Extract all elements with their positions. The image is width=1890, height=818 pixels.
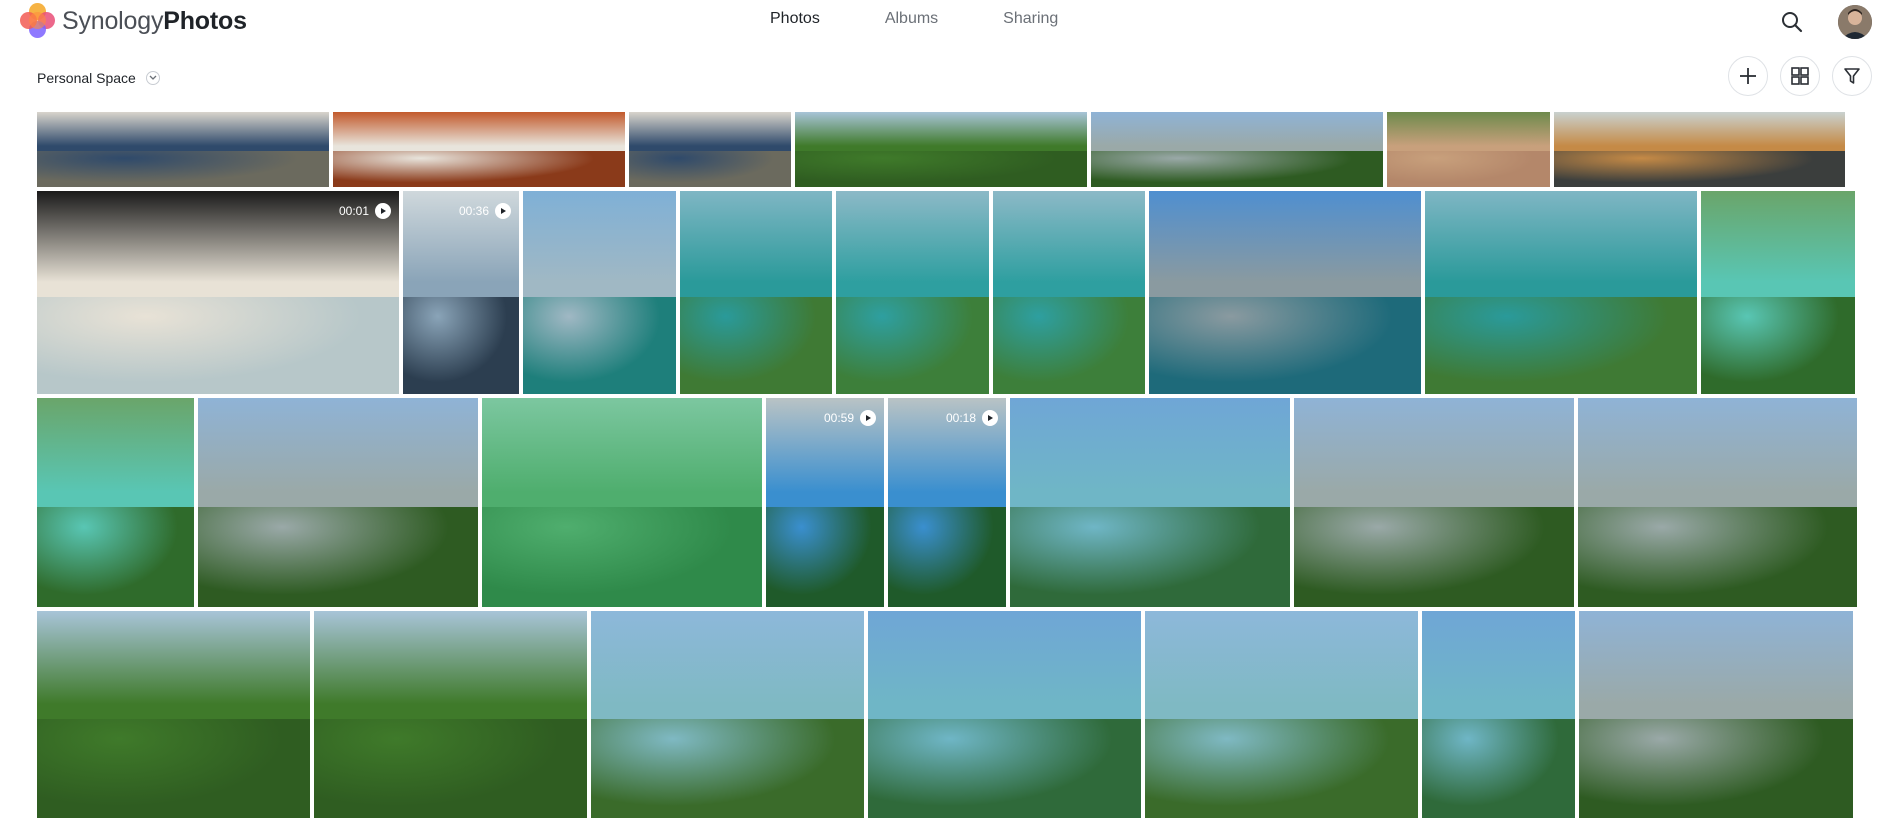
photo-thumbnail[interactable] xyxy=(37,398,194,607)
brand-name: SynologyPhotos xyxy=(62,6,247,35)
search-icon[interactable] xyxy=(1776,6,1808,38)
main-nav: Photos Albums Sharing xyxy=(770,10,1123,28)
brand-name-light: Synology xyxy=(62,6,164,35)
photo-thumbnail[interactable] xyxy=(314,611,587,818)
photo-thumbnail[interactable]: 00:01 xyxy=(37,191,399,394)
photo-thumbnail[interactable]: 00:18 xyxy=(888,398,1006,607)
user-avatar[interactable] xyxy=(1838,5,1872,39)
top-bar: SynologyPhotos Photos Albums Sharing xyxy=(0,0,1890,44)
play-icon xyxy=(375,203,391,219)
photo-thumbnail[interactable] xyxy=(1149,191,1421,394)
photo-thumbnail[interactable] xyxy=(836,191,989,394)
play-icon xyxy=(860,410,876,426)
video-duration: 00:01 xyxy=(338,204,369,218)
photo-row xyxy=(37,611,1853,818)
photo-row xyxy=(37,112,1845,187)
photo-thumbnail[interactable] xyxy=(523,191,676,394)
photo-thumbnail[interactable] xyxy=(680,191,832,394)
photo-thumbnail[interactable] xyxy=(1554,112,1845,187)
photo-thumbnail[interactable] xyxy=(1294,398,1574,607)
photo-thumbnail[interactable] xyxy=(1422,611,1575,818)
chevron-down-icon xyxy=(145,71,160,85)
photo-thumbnail[interactable] xyxy=(868,611,1141,818)
photo-thumbnail[interactable] xyxy=(333,112,625,187)
play-icon xyxy=(495,203,511,219)
photo-row: 00:01 00:36 xyxy=(37,191,1855,394)
tab-photos[interactable]: Photos xyxy=(770,10,820,28)
sub-bar: Personal Space xyxy=(0,56,1890,100)
photo-thumbnail[interactable] xyxy=(591,611,864,818)
video-duration-badge: 00:59 xyxy=(824,410,876,426)
photo-thumbnail[interactable] xyxy=(1579,611,1853,818)
space-selector[interactable]: Personal Space xyxy=(37,70,160,86)
brand-logo[interactable]: SynologyPhotos xyxy=(20,2,247,40)
photo-thumbnail[interactable] xyxy=(1010,398,1290,607)
photo-thumbnail[interactable]: 00:36 xyxy=(403,191,519,394)
photo-thumbnail[interactable] xyxy=(1091,112,1383,187)
toolbar xyxy=(1716,56,1872,96)
brand-name-bold: Photos xyxy=(163,6,247,35)
video-duration-badge: 00:18 xyxy=(946,410,998,426)
photo-thumbnail[interactable] xyxy=(198,398,478,607)
video-duration: 00:36 xyxy=(458,204,489,218)
photo-thumbnail[interactable] xyxy=(629,112,791,187)
video-duration: 00:18 xyxy=(945,411,976,425)
photo-thumbnail[interactable] xyxy=(993,191,1145,394)
photo-thumbnail[interactable] xyxy=(1425,191,1697,394)
photo-thumbnail[interactable] xyxy=(1701,191,1855,394)
filter-icon[interactable] xyxy=(1832,56,1872,96)
tab-albums[interactable]: Albums xyxy=(885,10,938,28)
photo-grid: 00:01 00:36 00:59 00:18 xyxy=(37,112,1857,818)
synology-photos-logo-icon xyxy=(20,3,56,39)
photo-thumbnail[interactable] xyxy=(1578,398,1857,607)
video-duration: 00:59 xyxy=(823,411,854,425)
tab-sharing[interactable]: Sharing xyxy=(1003,10,1058,28)
space-label: Personal Space xyxy=(37,70,136,86)
photo-row: 00:59 00:18 xyxy=(37,398,1857,607)
photo-thumbnail[interactable] xyxy=(37,112,329,187)
photo-thumbnail[interactable] xyxy=(795,112,1087,187)
photo-thumbnail[interactable] xyxy=(1145,611,1418,818)
photo-thumbnail[interactable] xyxy=(482,398,762,607)
top-icons xyxy=(1776,5,1872,39)
grid-view-icon[interactable] xyxy=(1780,56,1820,96)
play-icon xyxy=(982,410,998,426)
plus-icon[interactable] xyxy=(1728,56,1768,96)
photo-thumbnail[interactable]: 00:59 xyxy=(766,398,884,607)
photo-thumbnail[interactable] xyxy=(1387,112,1550,187)
video-duration-badge: 00:36 xyxy=(459,203,511,219)
video-duration-badge: 00:01 xyxy=(339,203,391,219)
photo-thumbnail[interactable] xyxy=(37,611,310,818)
